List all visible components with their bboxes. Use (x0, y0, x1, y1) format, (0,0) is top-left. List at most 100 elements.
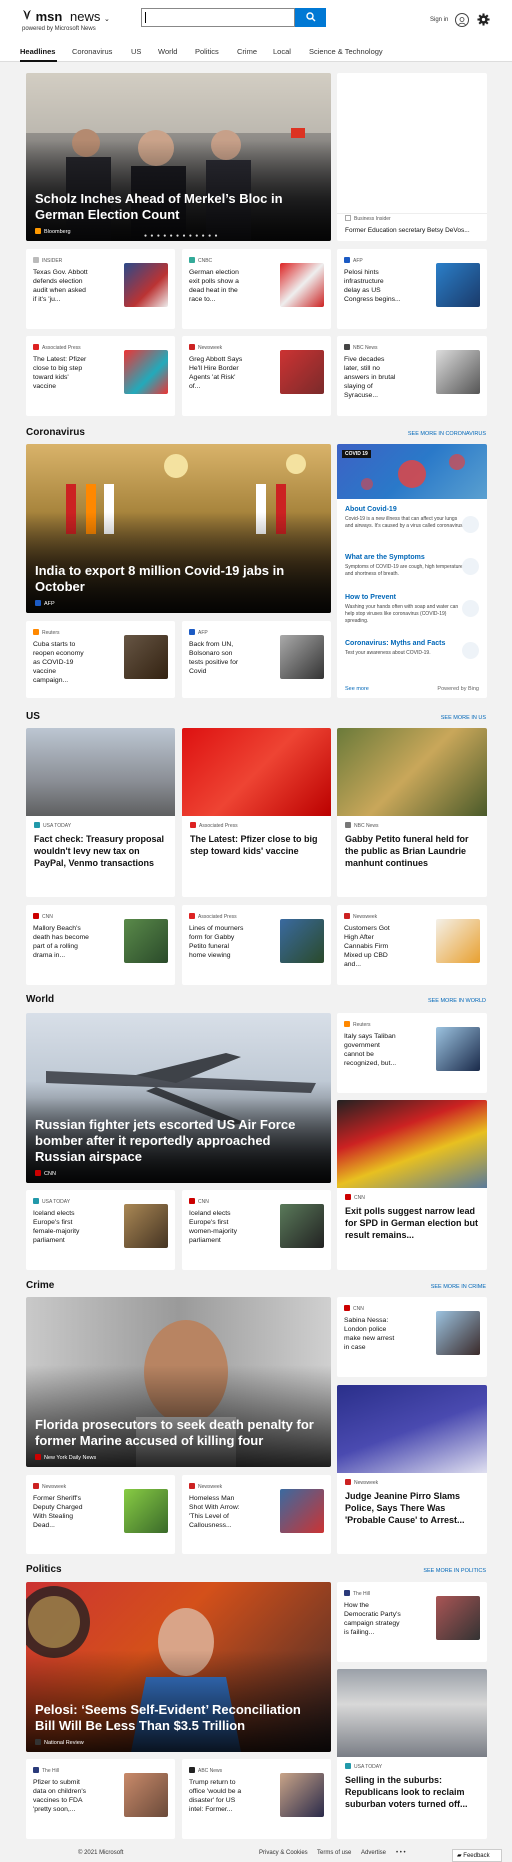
side-title[interactable]: Former Education secretary Betsy DeVos..… (345, 227, 470, 234)
story-title[interactable]: Cuba starts to reopen economy as COVID-1… (33, 640, 90, 685)
story-card[interactable]: USA TODAY Iceland elects Europe's first … (26, 1190, 175, 1270)
covid-item-desc: Washing your hands often with soap and w… (345, 604, 459, 624)
story-title[interactable]: Trump return to office 'would be a disas… (189, 1778, 246, 1814)
story-card[interactable]: Newsweek Greg Abbott Says He'll Hire Bor… (182, 336, 331, 416)
story-card[interactable]: NBC News Five decades later, still no an… (337, 336, 487, 416)
story-card[interactable]: Associated Press The Latest: Pfizer clos… (26, 336, 175, 416)
tab-local[interactable]: Local (273, 47, 291, 56)
story-card[interactable]: ABC News Trump return to office 'would b… (182, 1759, 331, 1839)
story-title[interactable]: Lines of mourners form for Gabby Petito … (189, 924, 246, 960)
story-card-large[interactable]: CNN Exit polls suggest narrow lead for S… (337, 1100, 487, 1270)
hero-story[interactable]: Florida prosecutors to seek death penalt… (26, 1297, 331, 1467)
hero-title[interactable]: India to export 8 million Covid-19 jabs … (35, 563, 322, 595)
covid-item-symptoms[interactable]: What are the Symptoms Symptoms of COVID-1… (345, 554, 465, 578)
avatar-icon[interactable] (455, 13, 469, 27)
gear-icon[interactable] (477, 13, 490, 26)
covid-item-title[interactable]: Coronavirus: Myths and Facts (345, 640, 465, 647)
story-card-large[interactable]: Associated Press The Latest: Pfizer clos… (182, 728, 331, 897)
hero-story[interactable]: Scholz Inches Ahead of Merkel’s Bloc in … (26, 73, 331, 241)
story-title[interactable]: The Latest: Pfizer close to big step tow… (33, 355, 90, 391)
covid-see-more-link[interactable]: See more (345, 686, 369, 692)
see-more-politics-link[interactable]: SEE MORE IN POLITICS (423, 1568, 486, 1574)
more-options-button[interactable]: • • • (396, 1850, 406, 1856)
story-title[interactable]: Texas Gov. Abbott defends election audit… (33, 268, 90, 304)
covid-item-myths[interactable]: Coronavirus: Myths and Facts Test your aw… (345, 640, 465, 657)
story-title[interactable]: Iceland elects Europe's first female-maj… (33, 1209, 90, 1245)
story-title[interactable]: Italy says Taliban government cannot be … (344, 1032, 401, 1068)
terms-link[interactable]: Terms of use (317, 1850, 351, 1856)
story-card[interactable]: Associated Press Lines of mourners form … (182, 905, 331, 985)
see-more-world-link[interactable]: SEE MORE IN WORLD (428, 998, 486, 1004)
story-title[interactable]: Sabina Nessa: London police make new arr… (344, 1316, 401, 1352)
covid-item-prevent[interactable]: How to Prevent Washing your hands often w… (345, 594, 465, 625)
tab-world[interactable]: World (158, 47, 177, 56)
story-card-large[interactable]: USA TODAY Selling in the suburbs: Republ… (337, 1669, 487, 1839)
tab-us[interactable]: US (131, 47, 141, 56)
tab-science-technology[interactable]: Science & Technology (309, 47, 383, 56)
hero-story[interactable]: Pelosi: ‘Seems Self-Evident’ Reconciliat… (26, 1582, 331, 1752)
story-card[interactable]: CNN Mallory Beach's death has become par… (26, 905, 175, 985)
privacy-link[interactable]: Privacy & Cookies (259, 1850, 308, 1856)
story-card[interactable]: Reuters Cuba starts to reopen economy as… (26, 621, 175, 698)
story-card[interactable]: INSIDER Texas Gov. Abbott defends electi… (26, 249, 175, 329)
hero-title[interactable]: Pelosi: ‘Seems Self-Evident’ Reconciliat… (35, 1702, 322, 1734)
see-more-coronavirus-link[interactable]: SEE MORE IN CORONAVIRUS (408, 431, 486, 437)
see-more-crime-link[interactable]: SEE MORE IN CRIME (431, 1284, 486, 1290)
story-title[interactable]: Pfizer to submit data on children's vacc… (33, 1778, 90, 1814)
story-title[interactable]: Mallory Beach's death has become part of… (33, 924, 90, 960)
story-card-large[interactable]: Newsweek Judge Jeanine Pirro Slams Polic… (337, 1385, 487, 1554)
story-title[interactable]: Fact check: Treasury proposal wouldn't l… (34, 833, 167, 869)
story-title[interactable]: Former Sheriff's Deputy Charged With Ste… (33, 1494, 90, 1530)
story-title[interactable]: Greg Abbott Says He'll Hire Border Agent… (189, 355, 246, 391)
story-card-large[interactable]: NBC News Gabby Petito funeral held for t… (337, 728, 487, 897)
story-card[interactable]: Newsweek Former Sheriff's Deputy Charged… (26, 1475, 175, 1554)
story-title[interactable]: Iceland elects Europe's first women-majo… (189, 1209, 246, 1245)
tab-coronavirus[interactable]: Coronavirus (72, 47, 112, 56)
story-card[interactable]: Reuters Italy says Taliban government ca… (337, 1013, 487, 1093)
advertise-link[interactable]: Advertise (361, 1850, 386, 1856)
story-title[interactable]: The Latest: Pfizer close to big step tow… (190, 833, 323, 857)
search-input[interactable] (141, 8, 295, 27)
story-title[interactable]: Back from UN, Bolsonaro son tests positi… (189, 640, 246, 676)
story-title[interactable]: Customers Got High After Cannabis Firm M… (344, 924, 401, 969)
hero-story[interactable]: Russian fighter jets escorted US Air For… (26, 1013, 331, 1183)
story-card[interactable]: AFP Pelosi hints infrastructure delay as… (337, 249, 487, 329)
story-title[interactable]: Exit polls suggest narrow lead for SPD i… (345, 1205, 479, 1241)
story-card[interactable]: The Hill How the Democratic Party's camp… (337, 1582, 487, 1662)
tab-crime[interactable]: Crime (237, 47, 257, 56)
story-card[interactable]: Newsweek Customers Got High After Cannab… (337, 905, 487, 985)
product-chevron-icon[interactable]: ⌄ (104, 16, 110, 23)
carousel-dots[interactable]: ● ● ● ● ● ● ● ● ● ● ● ● (144, 233, 219, 239)
hero-story[interactable]: India to export 8 million Covid-19 jabs … (26, 444, 331, 613)
msn-logo[interactable]: msn news ⌄ (22, 9, 110, 24)
hero-title[interactable]: Russian fighter jets escorted US Air For… (35, 1117, 322, 1165)
story-card[interactable]: The Hill Pfizer to submit data on childr… (26, 1759, 175, 1839)
story-title[interactable]: Five decades later, still no answers in … (344, 355, 401, 400)
covid-item-title[interactable]: How to Prevent (345, 594, 465, 601)
tab-politics[interactable]: Politics (195, 47, 219, 56)
see-more-us-link[interactable]: SEE MORE IN US (441, 715, 486, 721)
story-card[interactable]: CNN Sabina Nessa: London police make new… (337, 1297, 487, 1377)
story-card-large[interactable]: USA TODAY Fact check: Treasury proposal … (26, 728, 175, 897)
story-title[interactable]: How the Democratic Party's campaign stra… (344, 1601, 401, 1637)
search-button[interactable] (295, 8, 326, 27)
story-card[interactable]: CNN Iceland elects Europe's first women-… (182, 1190, 331, 1270)
hero-title[interactable]: Florida prosecutors to seek death penalt… (35, 1417, 322, 1449)
hero-title[interactable]: Scholz Inches Ahead of Merkel’s Bloc in … (35, 191, 322, 223)
story-title[interactable]: Homeless Man Shot With Arrow: 'This Leve… (189, 1494, 246, 1530)
feedback-button[interactable]: ▰ Feedback (452, 1849, 502, 1862)
story-title[interactable]: Judge Jeanine Pirro Slams Police, Says T… (345, 1490, 479, 1526)
story-title[interactable]: Gabby Petito funeral held for the public… (345, 833, 479, 869)
covid-item-title[interactable]: What are the Symptoms (345, 554, 465, 561)
story-title[interactable]: Pelosi hints infrastructure delay as US … (344, 268, 401, 304)
covid-item-about[interactable]: About Covid-19 Covid-19 is a new illness … (345, 506, 465, 530)
story-card[interactable]: AFP Back from UN, Bolsonaro son tests po… (182, 621, 331, 698)
story-title[interactable]: German election exit polls show a dead h… (189, 268, 246, 304)
covid-item-title[interactable]: About Covid-19 (345, 506, 465, 513)
sign-in-link[interactable]: Sign in (430, 17, 448, 23)
tab-headlines[interactable]: Headlines (20, 47, 55, 56)
story-card[interactable]: CNBC German election exit polls show a d… (182, 249, 331, 329)
side-story[interactable]: Business Insider Former Education secret… (337, 73, 487, 241)
story-card[interactable]: Newsweek Homeless Man Shot With Arrow: '… (182, 1475, 331, 1554)
story-title[interactable]: Selling in the suburbs: Republicans look… (345, 1774, 479, 1810)
